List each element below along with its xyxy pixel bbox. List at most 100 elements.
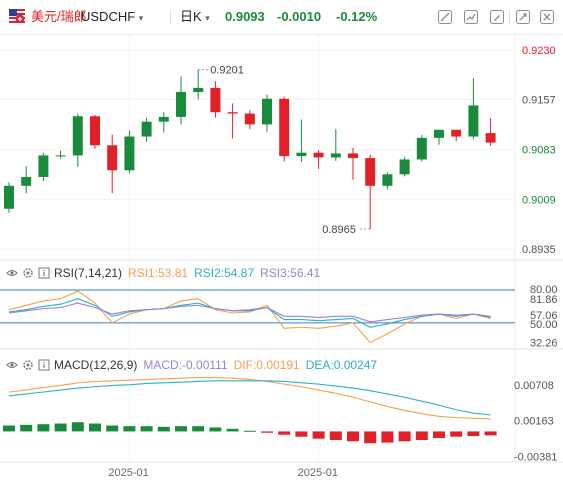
rsi-tick-label: 50.00 [530,319,558,331]
low-price-label: 0.8965 [322,224,356,236]
rsi1-value: RSI1:53.81 [128,266,189,280]
macd-histogram-bar [467,431,480,437]
macd-histogram-bar [398,431,411,442]
eye-icon[interactable] [6,359,18,371]
candle-body [485,133,496,143]
candle-body [227,112,238,114]
macd-histogram-bar [106,425,119,432]
draw-line-icon[interactable] [462,9,480,27]
last-price: 0.9093 [225,9,265,24]
chevron-down-icon: ▾ [205,13,210,23]
macd-histogram-bar [157,426,170,432]
toolbar-divider [170,10,171,24]
rsi-panel: 80.0081.8657.0650.0032.26 [0,284,558,349]
candle-body [434,129,444,138]
candle-body [210,87,221,113]
macd-value: MACD:-0.00111 [143,358,228,372]
grid-lines [0,34,515,462]
macd-name: MACD(12,26,9) [54,358,138,372]
candle-body [124,136,135,171]
candle-body [141,121,152,137]
candle-body [244,113,255,125]
time-tick-label: 2025-01 [298,467,338,479]
price-axis: 0.9230 0.9157 0.9083 0.9009 0.8935 [522,45,556,256]
macd-histogram-bar [175,426,187,432]
candle-body [193,87,204,92]
macd-histogram-bar [433,431,445,438]
price-tick-label: 0.9083 [522,144,556,156]
candle-body [72,116,83,156]
high-price-label: 0.9201 [210,65,244,77]
us-flag-icon [9,9,25,23]
candle-body [38,155,49,178]
macd-histogram-bar [54,423,67,432]
candle-body [158,116,169,122]
settings-icon[interactable] [22,359,34,371]
price-tick-label: 0.9230 [522,45,556,57]
price-change-percent: -0.12% [336,9,378,24]
candle-body [21,177,32,186]
macd-histogram-bar [484,431,497,436]
symbol-code[interactable]: USDCHF ▾ [81,9,143,26]
macd-header: MACD(12,26,9) MACD:-0.00111 DIF:0.00191 DEA… [6,358,383,372]
toolbar-divider [509,10,510,25]
macd-histogram-bar [192,426,205,432]
candle-body [451,129,462,137]
symbol-code-text: USDCHF [81,9,136,24]
candle-body [90,116,100,146]
macd-histogram-bar [37,424,50,432]
macd-histogram-bar [295,431,308,437]
macd-histogram-bar [450,431,463,437]
macd-histogram-bar [381,431,394,443]
rsi3-value: RSI3:56.41 [260,266,321,280]
candle-body [365,158,376,186]
time-tick-label: 2025-01 [108,467,148,479]
macd-histogram-bar [329,431,342,440]
macd-histogram-bar [261,431,273,433]
info-icon[interactable] [38,267,50,279]
candle-body [468,105,479,137]
macd-histogram-bar [415,431,428,440]
rsi-name: RSI(7,14,21) [54,266,123,280]
close-icon[interactable] [538,9,556,27]
rsi-tick-label: 32.26 [530,337,558,349]
macd-line-dea [8,380,491,416]
price-tick-label: 0.8935 [522,244,556,256]
macd-line-dif [8,376,491,420]
candle-body [4,185,14,209]
rsi-tick-label: 81.86 [530,294,558,306]
macd-histogram-bar [3,425,15,432]
macd-histogram-bar [140,426,153,432]
price-tick-label: 0.9009 [522,194,556,206]
candle-body [262,98,272,125]
macd-histogram-bar [312,431,325,439]
candle-body [382,174,393,186]
rsi2-value: RSI2:54.87 [194,266,255,280]
macd-histogram-bar [243,430,256,432]
macd-histogram-bar [123,426,136,432]
candle-body [176,91,186,117]
macd-panel: 0.00708 0.00163 -0.00381 [3,376,557,463]
price-change: -0.0010 [277,9,322,24]
candle-body [55,155,66,157]
macd-histogram-bar [71,422,84,432]
pencil-icon[interactable] [488,9,506,27]
crosshair-icon[interactable] [436,9,454,27]
price-tick-label: 0.9157 [522,94,556,106]
price-chart[interactable]: 0.9201 0.8965 0.9230 0.9157 0.9083 0.9009 0.8… [0,34,563,486]
expand-icon[interactable] [514,9,532,27]
time-axis: 2025-01 2025-01 [108,467,338,479]
candle-body [296,152,307,157]
macd-tick-label: 0.00708 [514,380,554,392]
info-icon[interactable] [38,359,50,371]
period-selector[interactable]: 日K ▾ [180,9,210,26]
macd-histogram-bar [89,423,101,432]
eye-icon[interactable] [6,267,18,279]
candle-body [330,153,341,158]
candle-body [399,159,410,175]
settings-icon[interactable] [22,267,34,279]
symbol-name[interactable]: 美元/瑞郎 [31,9,87,25]
macd-histogram-bar [226,428,239,432]
macd-tick-label: -0.00381 [514,451,557,463]
macd-histogram-bar [209,427,222,432]
